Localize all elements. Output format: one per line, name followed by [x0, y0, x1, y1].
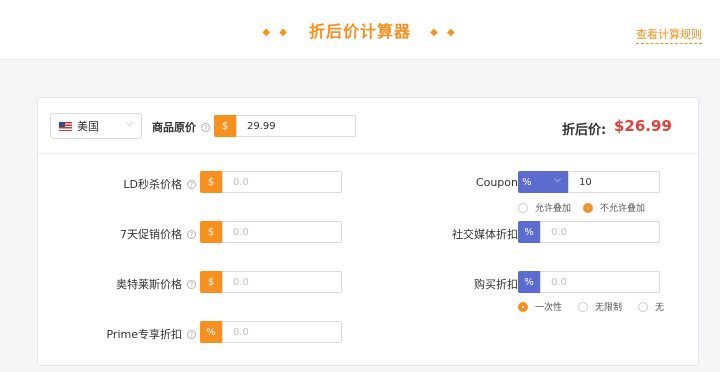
title-bar: ◆ ◆ 折后价计算器 ◆ ◆: [0, 18, 720, 42]
purchase-discount-input[interactable]: 0.0: [540, 271, 660, 293]
coupon-type-value: %: [522, 176, 532, 188]
prime-discount-label: Prime专享折扣 ?: [106, 326, 196, 342]
seven-day-promo-prefix: $: [200, 221, 222, 243]
page-title: 折后价计算器: [308, 22, 411, 41]
allow-stack-option[interactable]: 允许叠加: [518, 201, 571, 214]
outlet-price-label: 奥特莱斯价格 ?: [116, 276, 196, 292]
original-price-label: 商品原价 ?: [152, 119, 210, 135]
diamond-left-icon: ◆ ◆: [262, 27, 290, 38]
result-price: $26.99: [614, 117, 672, 135]
coupon-type-select[interactable]: % ⌵: [518, 171, 568, 193]
ld-deal-input[interactable]: 0.0: [222, 171, 342, 193]
unlimited-option[interactable]: 无限制: [578, 300, 622, 313]
seven-day-promo-label: 7天促销价格 ?: [120, 226, 196, 242]
prime-discount-prefix: %: [200, 321, 222, 343]
coupon-label-text: Coupon: [475, 176, 518, 189]
radio-button[interactable]: [638, 301, 649, 312]
outlet-price-input[interactable]: 0.0: [222, 271, 342, 293]
outlet-price-prefix: $: [200, 271, 222, 293]
prime-discount-input[interactable]: 0.0: [222, 321, 342, 343]
disallow-stack-option[interactable]: 不允许叠加: [583, 201, 645, 214]
calculation-rules-link[interactable]: 查看计算规则: [636, 26, 702, 44]
none-option[interactable]: 无: [638, 300, 664, 313]
none-label: 无: [655, 303, 665, 313]
chevron-down-icon: ⌵: [126, 119, 133, 129]
one-time-label: 一次性: [535, 303, 563, 313]
radio-button[interactable]: [578, 301, 589, 312]
help-icon[interactable]: ?: [201, 122, 210, 132]
country-label: 美国: [77, 120, 99, 133]
purchase-limit-options: 一次性 无限制 无: [518, 300, 664, 313]
purchase-discount-label-text: 购买折扣: [474, 278, 518, 291]
help-icon[interactable]: ?: [187, 329, 196, 339]
social-discount-label-text: 社交媒体折扣: [452, 228, 518, 241]
currency-prefix: $: [214, 115, 236, 137]
ld-deal-label-text: LD秒杀价格: [123, 178, 182, 191]
radio-button-selected[interactable]: [583, 202, 594, 213]
social-discount-prefix: %: [518, 221, 540, 243]
purchase-discount-prefix: %: [518, 271, 540, 293]
diamond-right-icon: ◆ ◆: [430, 27, 458, 38]
help-icon[interactable]: ?: [187, 229, 196, 239]
outlet-price-label-text: 奥特莱斯价格: [116, 278, 182, 291]
radio-button-selected[interactable]: [518, 301, 528, 312]
seven-day-promo-input[interactable]: 0.0: [222, 221, 342, 243]
original-price-label-text: 商品原价: [152, 121, 196, 134]
calculator-card: 美国 ⌵ 商品原价 ? $ 29.99 折后价: $26.99 LD秒杀价格 ?…: [37, 97, 699, 366]
one-time-option[interactable]: 一次性: [518, 300, 562, 313]
coupon-stack-options: 允许叠加 不允许叠加: [518, 201, 657, 214]
page-header: ◆ ◆ 折后价计算器 ◆ ◆ 查看计算规则: [0, 0, 720, 60]
country-select[interactable]: 美国 ⌵: [50, 113, 142, 139]
prime-discount-label-text: Prime专享折扣: [106, 328, 182, 341]
unlimited-label: 无限制: [595, 303, 623, 313]
chevron-down-icon: ⌵: [554, 175, 561, 185]
result-label: 折后价:: [562, 123, 607, 138]
price-row: 美国 ⌵ 商品原价 ? $ 29.99 折后价: $26.99: [38, 98, 698, 154]
radio-button[interactable]: [518, 202, 528, 213]
allow-stack-label: 允许叠加: [535, 204, 572, 214]
ld-deal-label: LD秒杀价格 ?: [123, 176, 196, 192]
seven-day-promo-label-text: 7天促销价格: [120, 228, 182, 241]
us-flag-icon: [59, 121, 72, 131]
help-icon[interactable]: ?: [187, 279, 196, 289]
disallow-stack-label: 不允许叠加: [600, 204, 646, 214]
help-icon[interactable]: ?: [187, 179, 196, 189]
coupon-value-input[interactable]: 10: [568, 171, 660, 193]
original-price-input[interactable]: 29.99: [236, 115, 356, 137]
social-discount-input[interactable]: 0.0: [540, 221, 660, 243]
ld-deal-prefix: $: [200, 171, 222, 193]
